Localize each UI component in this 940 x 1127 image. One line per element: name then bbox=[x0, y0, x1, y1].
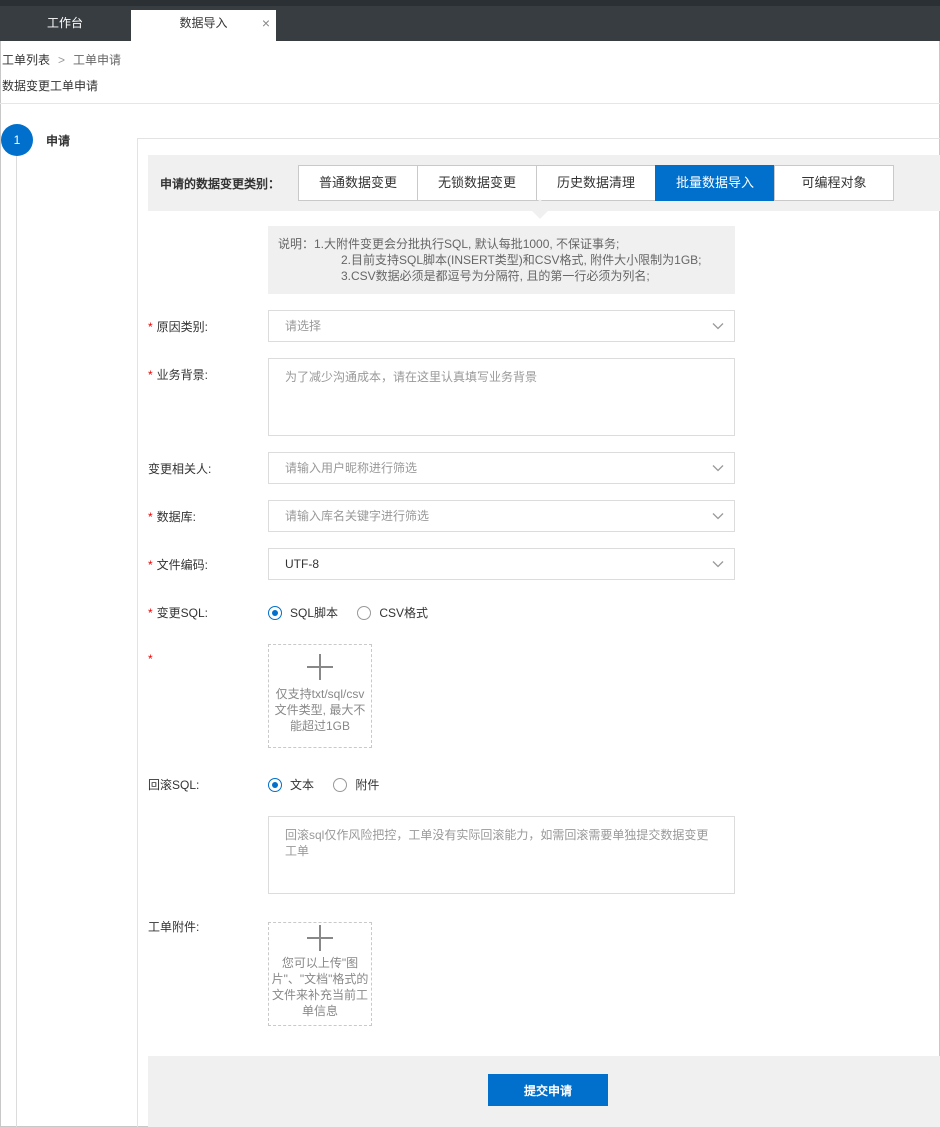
reason-select[interactable]: 请选择 bbox=[268, 310, 735, 342]
note-line-2: 2.目前支持SQL脚本(INSERT类型)和CSV格式, 附件大小限制为1GB; bbox=[341, 253, 702, 267]
change-type-label: 申请的数据变更类别： bbox=[160, 177, 281, 191]
radio-csv-format[interactable]: CSV格式 bbox=[357, 604, 428, 621]
reason-placeholder: 请选择 bbox=[285, 319, 322, 333]
rollback-sql-label: 回滚SQL: bbox=[148, 778, 200, 792]
radio-checked-icon bbox=[268, 605, 282, 620]
top-stripe bbox=[0, 0, 940, 6]
tab-workbench-label: 工作台 bbox=[46, 16, 83, 30]
sql-upload-label: * bbox=[148, 652, 157, 666]
change-sql-label-text: 变更SQL: bbox=[156, 606, 209, 620]
radio-rollback-text[interactable]: 文本 bbox=[268, 776, 314, 793]
tab-data-import[interactable]: 数据导入 × bbox=[131, 10, 276, 41]
stakeholders-select[interactable]: 请输入用户昵称进行筛选 bbox=[268, 452, 735, 484]
stakeholders-placeholder: 请输入用户昵称进行筛选 bbox=[285, 461, 418, 475]
radio-unchecked-icon bbox=[333, 777, 348, 792]
required-mark: * bbox=[148, 652, 153, 666]
radio-csv-format-label: CSV格式 bbox=[379, 606, 429, 620]
divider bbox=[0, 103, 940, 104]
type-lockless-change-button[interactable]: 无锁数据变更 bbox=[417, 165, 537, 201]
background-textarea[interactable]: 为了减少沟通成本，请在这里认真填写业务背景 bbox=[268, 358, 735, 436]
change-sql-label: * 变更SQL: bbox=[148, 604, 208, 621]
type-normal-change-button[interactable]: 普通数据变更 bbox=[298, 165, 418, 201]
step-number-badge: 1 bbox=[1, 124, 33, 156]
sql-file-upload[interactable]: 仅支持txt/sql/csv文件类型, 最大不能超过1GB bbox=[268, 644, 372, 748]
step-label: 申请 bbox=[46, 134, 71, 148]
attachment-upload[interactable]: 您可以上传"图片"、"文档"格式的文件来补充当前工单信息 bbox=[268, 922, 372, 1026]
stakeholders-label: 变更相关人: bbox=[148, 462, 212, 476]
note-box: 说明：1.大附件变更会分批执行SQL, 默认每批1000, 不保证事务; 2.目… bbox=[268, 226, 735, 294]
step-line bbox=[16, 156, 17, 1127]
radio-sql-script[interactable]: SQL脚本 bbox=[268, 604, 338, 621]
sql-upload-hint: 仅支持txt/sql/csv文件类型, 最大不能超过1GB bbox=[274, 687, 366, 733]
attachment-upload-hint: 您可以上传"图片"、"文档"格式的文件来补充当前工单信息 bbox=[271, 956, 369, 1018]
breadcrumb-current: 工单申请 bbox=[73, 53, 122, 67]
plus-icon bbox=[307, 925, 333, 951]
breadcrumb-separator-icon: > bbox=[58, 53, 66, 67]
submit-button[interactable]: 提交申请 bbox=[488, 1074, 608, 1106]
background-label: * 业务背景: bbox=[148, 366, 208, 383]
radio-rollback-attachment[interactable]: 附件 bbox=[333, 776, 379, 793]
note-line-3: 3.CSV数据必须是都逗号为分隔符, 且的第一行必须为列名; bbox=[341, 269, 650, 283]
chevron-down-icon bbox=[712, 323, 724, 330]
encoding-value: UTF-8 bbox=[285, 557, 319, 571]
encoding-select[interactable]: UTF-8 bbox=[268, 548, 735, 580]
reason-label: * 原因类别: bbox=[148, 318, 208, 335]
database-label-text: 数据库: bbox=[156, 510, 197, 524]
chevron-down-icon bbox=[712, 561, 724, 568]
reason-label-text: 原因类别: bbox=[156, 320, 209, 334]
breadcrumb: 工单列表 > 工单申请 bbox=[2, 51, 121, 68]
radio-rollback-text-label: 文本 bbox=[290, 778, 315, 792]
radio-unchecked-icon bbox=[357, 605, 372, 620]
required-mark: * bbox=[148, 606, 153, 620]
database-placeholder: 请输入库名关键字进行筛选 bbox=[285, 509, 430, 523]
radio-rollback-attachment-label: 附件 bbox=[355, 778, 380, 792]
radio-checked-icon bbox=[268, 777, 282, 792]
database-select[interactable]: 请输入库名关键字进行筛选 bbox=[268, 500, 735, 532]
chevron-down-icon bbox=[712, 465, 724, 472]
type-batch-import-button[interactable]: 批量数据导入 bbox=[655, 165, 775, 201]
required-mark: * bbox=[148, 510, 153, 524]
encoding-label: * 文件编码: bbox=[148, 556, 208, 573]
database-label: * 数据库: bbox=[148, 508, 196, 525]
close-icon[interactable]: × bbox=[262, 10, 270, 37]
background-label-text: 业务背景: bbox=[156, 368, 209, 382]
required-mark: * bbox=[148, 320, 153, 334]
page-title: 数据变更工单申请 bbox=[2, 79, 99, 93]
required-mark: * bbox=[148, 368, 153, 382]
type-history-cleanup-button[interactable]: 历史数据清理 bbox=[536, 165, 656, 201]
tab-data-import-label: 数据导入 bbox=[179, 16, 228, 30]
chevron-down-icon bbox=[712, 513, 724, 520]
breadcrumb-parent[interactable]: 工单列表 bbox=[2, 53, 50, 67]
plus-icon bbox=[307, 654, 333, 680]
radio-sql-script-label: SQL脚本 bbox=[290, 606, 339, 620]
attachment-label: 工单附件: bbox=[148, 920, 200, 934]
type-programmable-object-button[interactable]: 可编程对象 bbox=[774, 165, 894, 201]
tab-workbench[interactable]: 工作台 bbox=[0, 10, 130, 41]
change-sql-radio-group: SQL脚本 CSV格式 bbox=[268, 604, 444, 623]
note-line-1: 说明：1.大附件变更会分批执行SQL, 默认每批1000, 不保证事务; bbox=[278, 237, 620, 251]
required-mark: * bbox=[148, 558, 153, 572]
rollback-sql-radio-group: 文本 附件 bbox=[268, 776, 395, 795]
encoding-label-text: 文件编码: bbox=[156, 558, 209, 572]
rollback-sql-textarea[interactable]: 回滚sql仅作风险把控，工单没有实际回滚能力，如需回滚需要单独提交数据变更工单 bbox=[268, 816, 735, 894]
